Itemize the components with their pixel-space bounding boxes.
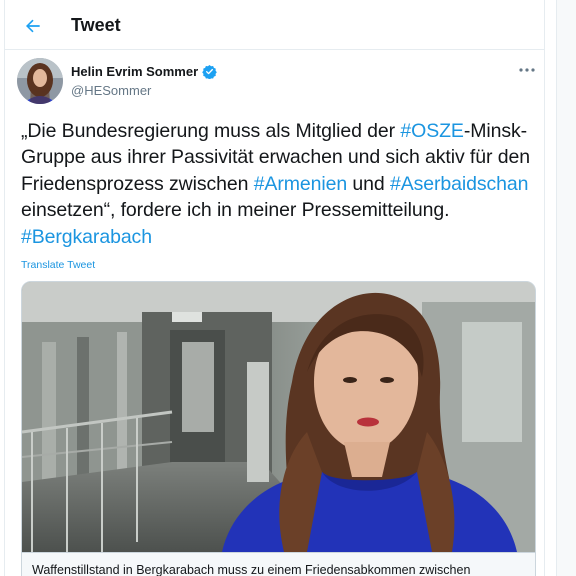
tweet-author: Helin Evrim Sommer @HESommer [17, 58, 537, 106]
arrow-left-icon [26, 19, 40, 33]
avatar[interactable] [17, 58, 63, 104]
verified-badge-icon [202, 64, 217, 79]
hashtag-osze[interactable]: #OSZE [400, 120, 464, 142]
hashtag-aserbaidschan[interactable]: #Aserbaidschan [390, 173, 529, 195]
tweet-text-segment: einsetzen“, fordere ich in meiner Presse… [21, 199, 450, 222]
author-name[interactable]: Helin Evrim Sommer [71, 64, 198, 79]
more-options-button[interactable] [515, 60, 539, 80]
hashtag-armenien[interactable]: #Armenien [254, 173, 348, 195]
tweet-text-segment: „Die Bundesregierung muss als Mitglied d… [21, 120, 401, 142]
more-horizontal-icon [519, 68, 535, 72]
link-card[interactable]: Waffenstillstand in Bergkarabach muss zu… [21, 281, 536, 576]
tweet-column: Tweet Helin Evrim Sommer @HESommer „Die … [4, 0, 545, 576]
card-caption: Waffenstillstand in Bergkarabach muss zu… [22, 552, 535, 576]
author-handle[interactable]: @HESommer [71, 83, 151, 98]
tweet-text-segment: und [347, 172, 390, 195]
hashtag-bergkarabach[interactable]: #Bergkarabach [21, 226, 152, 248]
back-button[interactable] [19, 12, 47, 40]
card-image [22, 282, 535, 552]
author-name-row: Helin Evrim Sommer [71, 64, 217, 79]
page-title: Tweet [71, 15, 121, 35]
page-header: Tweet [5, 0, 544, 50]
translate-tweet-link[interactable]: Translate Tweet [21, 259, 95, 271]
right-sidebar-edge [556, 0, 576, 576]
tweet-text: „Die Bundesregierung muss als Mitglied d… [21, 118, 537, 250]
